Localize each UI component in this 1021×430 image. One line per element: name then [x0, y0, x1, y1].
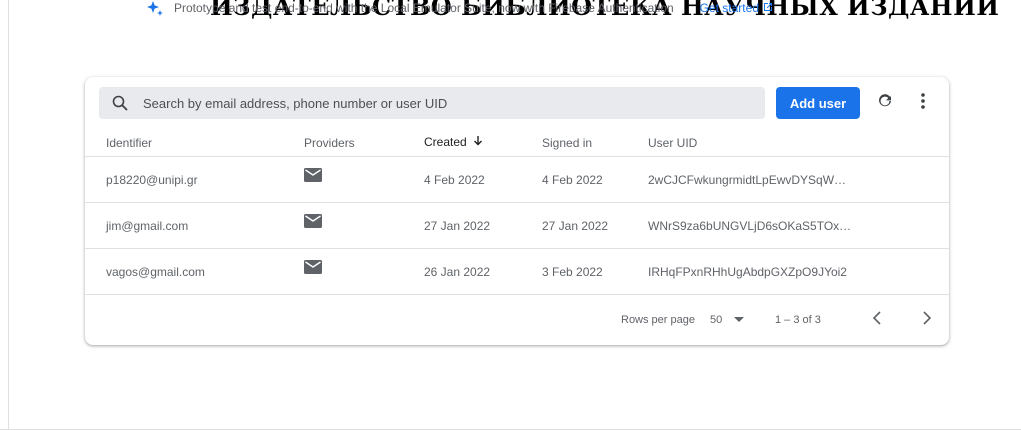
next-page-button[interactable]	[917, 309, 937, 329]
cell-identifier: p18220@unipi.gr	[85, 156, 304, 203]
column-header-providers: Providers	[304, 129, 424, 157]
get-started-link[interactable]: Get started	[700, 1, 774, 16]
cell-provider	[304, 248, 424, 295]
cell-provider	[304, 156, 424, 203]
column-header-identifier[interactable]: Identifier	[85, 129, 304, 157]
cell-user-uid: WNrS9za6bUNGVLjD6sOKaS5TOx…	[648, 202, 949, 249]
rows-per-page-label: Rows per page	[621, 314, 695, 326]
add-user-button[interactable]: Add user	[776, 87, 860, 119]
search-bar[interactable]	[99, 87, 765, 119]
users-toolbar: Add user	[99, 87, 935, 119]
cell-user-uid: IRHqFPxnRHhUgAbdpGXZpO9JYoi2	[648, 248, 949, 295]
previous-page-button[interactable]	[867, 309, 887, 329]
users-card: Add user Identifier Providers	[85, 77, 949, 345]
chevron-right-icon	[922, 310, 932, 328]
table-row[interactable]: vagos@gmail.com 26 Jan 2022 3 Feb 2022 I…	[85, 248, 949, 295]
pagination-bar: Rows per page 50 1 – 3 of 3	[85, 293, 949, 345]
rows-per-page-select[interactable]: 50	[710, 314, 745, 326]
refresh-icon	[876, 92, 894, 115]
chevron-left-icon	[872, 310, 882, 328]
users-table: Identifier Providers Created Signed in U…	[85, 129, 949, 295]
arrow-down-icon	[473, 135, 483, 150]
cell-signed-in: 3 Feb 2022	[542, 248, 648, 295]
cell-identifier: jim@gmail.com	[85, 202, 304, 249]
column-header-created-label: Created	[424, 134, 467, 149]
sparkle-icon	[146, 0, 166, 18]
mail-icon	[304, 260, 322, 274]
search-icon	[111, 93, 131, 113]
refresh-button[interactable]	[869, 87, 901, 119]
emulator-banner: Prototype and test end-to-end with the L…	[146, 0, 774, 20]
table-row[interactable]: jim@gmail.com 27 Jan 2022 27 Jan 2022 WN…	[85, 202, 949, 249]
dropdown-arrow-icon	[734, 314, 745, 326]
more-vert-icon	[920, 92, 926, 115]
cell-signed-in: 27 Jan 2022	[542, 202, 648, 249]
left-gutter	[0, 0, 9, 430]
cell-provider	[304, 202, 424, 249]
banner-text: Prototype and test end-to-end with the L…	[174, 1, 674, 15]
column-header-signed-in[interactable]: Signed in	[542, 129, 648, 157]
table-header-row: Identifier Providers Created Signed in U…	[85, 129, 949, 157]
get-started-label: Get started	[699, 1, 759, 15]
page-range: 1 – 3 of 3	[775, 314, 821, 326]
mail-icon	[304, 214, 322, 228]
mail-icon	[304, 168, 322, 182]
rows-per-page-value: 50	[710, 314, 723, 326]
column-header-user-uid: User UID	[648, 129, 949, 157]
table-row[interactable]: p18220@unipi.gr 4 Feb 2022 4 Feb 2022 2w…	[85, 156, 949, 203]
cell-created: 4 Feb 2022	[424, 156, 542, 203]
cell-identifier: vagos@gmail.com	[85, 248, 304, 295]
open-in-new-icon	[762, 1, 774, 16]
cell-created: 26 Jan 2022	[424, 248, 542, 295]
cell-signed-in: 4 Feb 2022	[542, 156, 648, 203]
more-options-button[interactable]	[907, 87, 939, 119]
cell-user-uid: 2wCJCFwkungrmidtLpEwvDYSqW…	[648, 156, 949, 203]
search-input[interactable]	[141, 94, 765, 112]
cell-created: 27 Jan 2022	[424, 202, 542, 249]
column-header-created[interactable]: Created	[424, 129, 542, 157]
